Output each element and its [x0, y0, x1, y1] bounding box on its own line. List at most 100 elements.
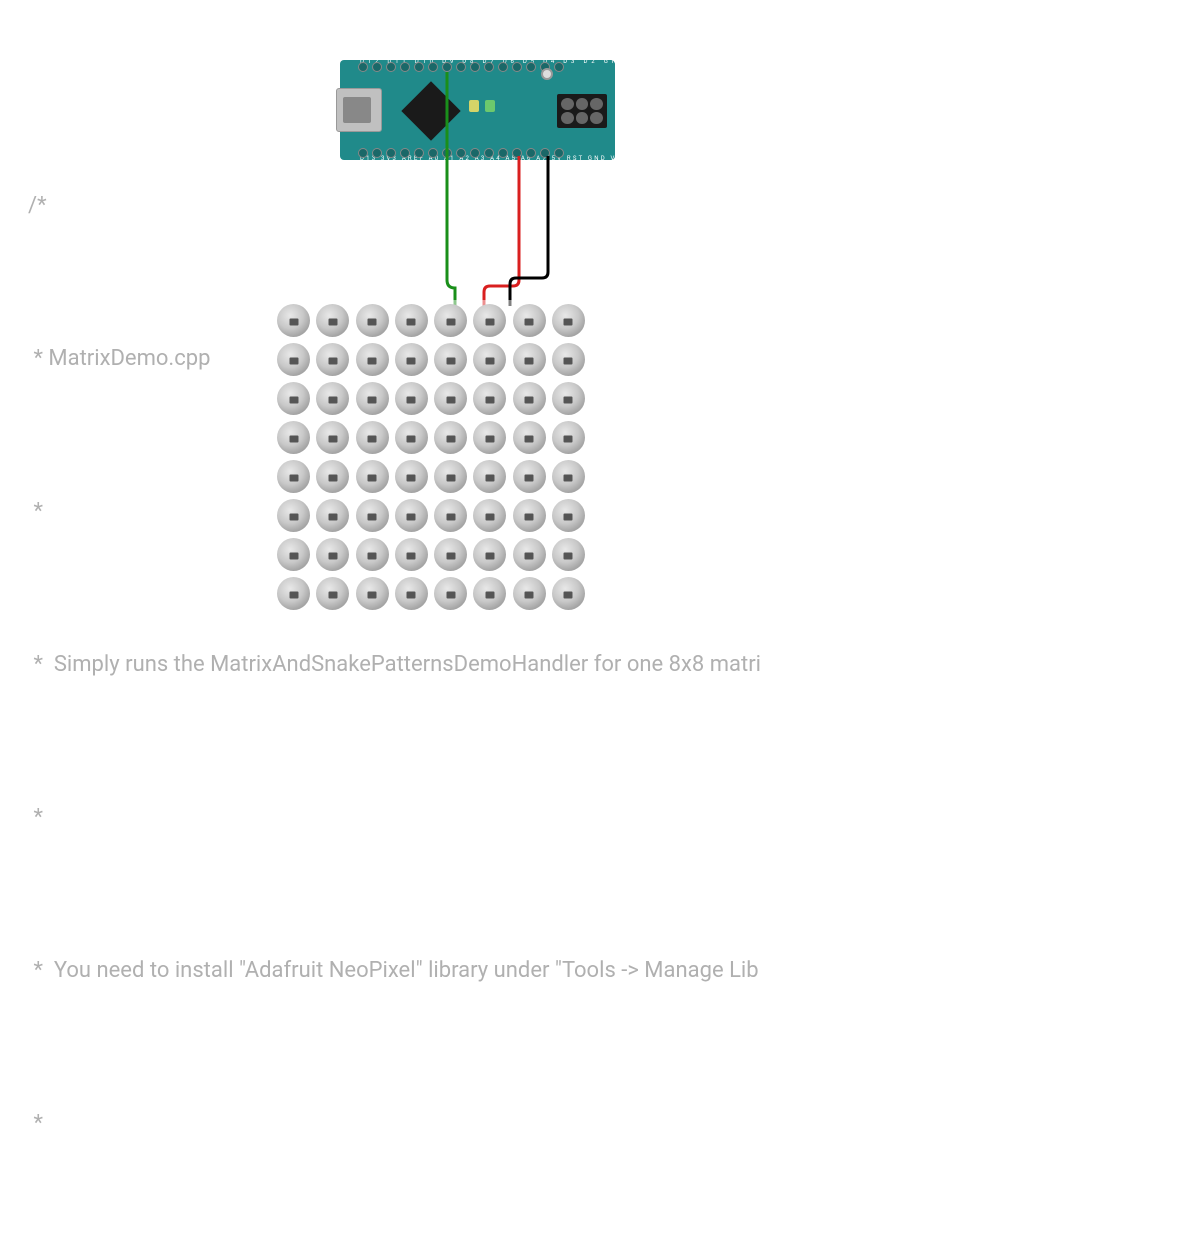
- neopixel-led: [513, 343, 546, 376]
- neopixel-led: [552, 421, 585, 454]
- pin[interactable]: [358, 148, 368, 158]
- neopixel-led: [395, 460, 428, 493]
- pin[interactable]: [512, 62, 522, 72]
- neopixel-led: [277, 499, 310, 532]
- neopixel-8x8-matrix[interactable]: [273, 300, 589, 614]
- neopixel-led: [473, 577, 506, 610]
- neopixel-led: [277, 343, 310, 376]
- icsp-pin[interactable]: [561, 112, 574, 124]
- code-line: *: [28, 792, 768, 843]
- neopixel-led: [356, 343, 389, 376]
- icsp-pin[interactable]: [576, 98, 589, 110]
- tx-led-icon: [469, 100, 479, 112]
- pin[interactable]: [526, 148, 536, 158]
- neopixel-led: [434, 499, 467, 532]
- code-line: * Simply runs the MatrixAndSnakePatterns…: [28, 639, 768, 690]
- pin[interactable]: [372, 62, 382, 72]
- arduino-nano-board[interactable]: D12 D11 D10 D9 D8 D7 D6 D5 D4 D3 D2 GND …: [340, 60, 615, 160]
- neopixel-led: [277, 538, 310, 571]
- code-line: * Copyright (C) 2018 Armin Joachimsmeyer: [28, 1251, 768, 1260]
- microcontroller-chip-icon: [401, 81, 460, 140]
- pin[interactable]: [428, 148, 438, 158]
- circuit-diagram: D12 D11 D10 D9 D8 D7 D6 D5 D4 D3 D2 GND …: [0, 0, 1200, 630]
- icsp-pin[interactable]: [561, 98, 574, 110]
- neopixel-led: [395, 382, 428, 415]
- pin[interactable]: [386, 62, 396, 72]
- neopixel-led: [434, 343, 467, 376]
- neopixel-led: [552, 343, 585, 376]
- neopixel-led: [316, 460, 349, 493]
- neopixel-led: [356, 499, 389, 532]
- neopixel-led: [513, 421, 546, 454]
- neopixel-led: [356, 460, 389, 493]
- pin[interactable]: [414, 62, 424, 72]
- icsp-pin[interactable]: [590, 98, 603, 110]
- pin[interactable]: [554, 62, 564, 72]
- pin[interactable]: [526, 62, 536, 72]
- neopixel-led: [356, 538, 389, 571]
- neopixel-led: [473, 382, 506, 415]
- pin[interactable]: [400, 148, 410, 158]
- pin[interactable]: [498, 148, 508, 158]
- pin[interactable]: [554, 148, 564, 158]
- neopixel-led: [552, 304, 585, 337]
- neopixel-led: [552, 499, 585, 532]
- pin[interactable]: [484, 148, 494, 158]
- neopixel-led: [316, 499, 349, 532]
- pin[interactable]: [498, 62, 508, 72]
- icsp-pin[interactable]: [590, 112, 603, 124]
- neopixel-led: [513, 304, 546, 337]
- pin[interactable]: [358, 62, 368, 72]
- reset-button[interactable]: [541, 68, 553, 80]
- pin[interactable]: [372, 148, 382, 158]
- neopixel-led: [473, 421, 506, 454]
- neopixel-led: [356, 577, 389, 610]
- neopixel-led: [395, 343, 428, 376]
- neopixel-led: [434, 577, 467, 610]
- neopixel-led: [473, 499, 506, 532]
- neopixel-led: [316, 577, 349, 610]
- pin[interactable]: [484, 62, 494, 72]
- neopixel-led: [277, 304, 310, 337]
- pin[interactable]: [470, 148, 480, 158]
- pin[interactable]: [442, 62, 452, 72]
- neopixel-led: [473, 538, 506, 571]
- neopixel-led: [356, 304, 389, 337]
- neopixel-led: [277, 421, 310, 454]
- bottom-pin-row: [358, 148, 564, 158]
- neopixel-led: [277, 382, 310, 415]
- neopixel-led: [395, 499, 428, 532]
- pin[interactable]: [456, 148, 466, 158]
- rx-led-icon: [485, 100, 495, 112]
- neopixel-led: [316, 421, 349, 454]
- pin[interactable]: [456, 62, 466, 72]
- pin[interactable]: [470, 62, 480, 72]
- neopixel-led: [434, 382, 467, 415]
- neopixel-led: [434, 421, 467, 454]
- neopixel-led: [277, 577, 310, 610]
- icsp-pin[interactable]: [576, 112, 589, 124]
- neopixel-led: [316, 304, 349, 337]
- neopixel-led: [434, 304, 467, 337]
- pin[interactable]: [512, 148, 522, 158]
- neopixel-led: [552, 382, 585, 415]
- usb-port-icon: [336, 88, 382, 132]
- neopixel-led: [552, 577, 585, 610]
- pin[interactable]: [400, 62, 410, 72]
- pin[interactable]: [540, 148, 550, 158]
- neopixel-led: [316, 382, 349, 415]
- neopixel-led: [513, 382, 546, 415]
- pin[interactable]: [414, 148, 424, 158]
- pin[interactable]: [386, 148, 396, 158]
- status-leds: [468, 98, 498, 122]
- neopixel-led: [473, 304, 506, 337]
- pin[interactable]: [428, 62, 438, 72]
- neopixel-led: [395, 304, 428, 337]
- neopixel-led: [434, 460, 467, 493]
- neopixel-led: [356, 421, 389, 454]
- neopixel-led: [473, 343, 506, 376]
- code-line: * You need to install "Adafruit NeoPixel…: [28, 945, 768, 996]
- pin[interactable]: [442, 148, 452, 158]
- code-line: *: [28, 1098, 768, 1149]
- neopixel-led: [395, 577, 428, 610]
